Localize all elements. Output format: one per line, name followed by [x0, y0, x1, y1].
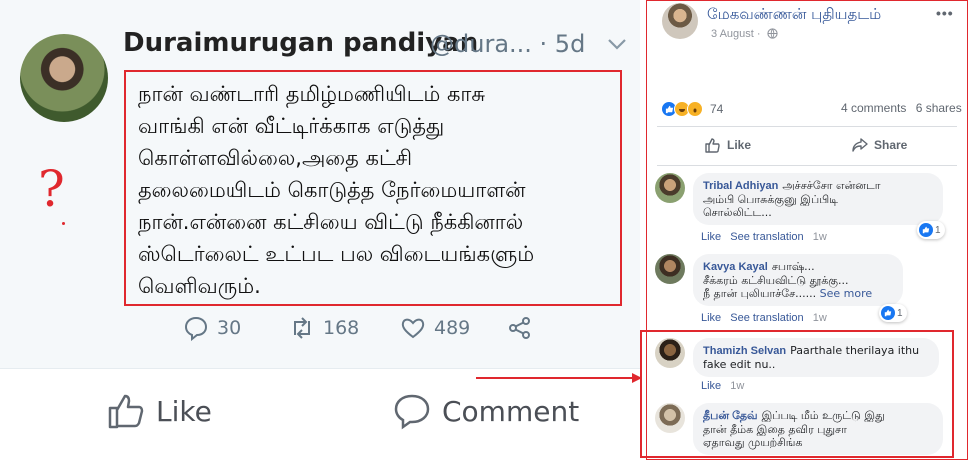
comment-author[interactable]: Tribal Adhiyan	[703, 180, 778, 192]
fb-post-date[interactable]: 3 August ·	[711, 28, 761, 40]
retweet-icon	[294, 317, 310, 339]
tweet-time: · 5d	[539, 30, 586, 58]
thumbs-up-icon	[108, 394, 144, 429]
comment-item: Kavya Kayal சபாஷ்... சீக்கரம் கட்சியவிட்ட…	[655, 254, 955, 326]
post-stats: 4 comments 6 shares	[841, 101, 968, 115]
heart-icon	[401, 318, 425, 339]
like-reaction-icon	[919, 223, 933, 237]
tweet-line: நான் வண்டாரி தமிழ்மணியிடம் காசு	[138, 82, 486, 106]
reaction-count: 74	[710, 102, 724, 116]
shares-count-link[interactable]: 6 shares	[916, 101, 962, 115]
tweet-line: வெளிவரும்.	[138, 274, 261, 298]
like-button[interactable]: 489	[400, 315, 470, 341]
bottom-like-label: Like	[156, 394, 212, 428]
reply-count: 30	[217, 317, 242, 339]
comment-author[interactable]: Kavya Kayal	[703, 261, 768, 273]
arrow-annotation-icon	[476, 373, 642, 383]
tweet-author-name[interactable]: Duraimurugan pandiyan	[123, 28, 478, 58]
comment-text: சொல்லிட்ட...	[703, 206, 772, 219]
tweet-avatar[interactable]	[20, 34, 108, 122]
wow-reaction-icon	[687, 101, 703, 117]
like-count: 489	[434, 317, 471, 339]
tweet-line: நான்.என்னை கட்சியை விட்டு நீக்கினால்	[138, 210, 524, 234]
globe-icon	[767, 28, 778, 39]
reply-button[interactable]: 30	[183, 315, 241, 341]
commenter-avatar[interactable]	[655, 254, 685, 284]
commenter-avatar[interactable]	[655, 173, 685, 203]
comment-reaction-count: 1	[935, 224, 941, 236]
fb-author-name[interactable]: மேகவண்ணன் புதியதடம்	[707, 5, 881, 25]
comment-icon	[394, 394, 430, 430]
reply-icon	[184, 316, 208, 341]
fb-share-label: Share	[874, 138, 908, 152]
tweet-text-highlight: நான் வண்டாரி தமிழ்மணியிடம் காசு வாங்கி எ…	[124, 70, 622, 306]
bottom-comment-button[interactable]: Comment	[392, 391, 579, 431]
share-icon	[509, 317, 530, 339]
see-more-link[interactable]: See more	[820, 287, 873, 300]
comment-bubble: Kavya Kayal சபாஷ்... சீக்கரம் கட்சியவிட்ட…	[693, 254, 903, 306]
retweet-count: 168	[323, 317, 360, 339]
tweet-line: ஸ்டெர்லைட் உட்பட பல விடையங்களும்	[138, 242, 535, 266]
retweet-button[interactable]: 168	[289, 315, 359, 341]
share-arrow-icon	[852, 138, 868, 152]
bottom-like-button[interactable]: Like	[106, 391, 212, 431]
see-translation-link[interactable]: See translation	[730, 312, 803, 324]
fb-action-bar: Like Share	[657, 126, 957, 166]
comment-reaction-count: 1	[897, 307, 903, 319]
tweet-line: வாங்கி என் வீட்டிர்க்காக எடுத்து	[138, 114, 445, 138]
comment-meta: Like See translation 1w	[701, 231, 833, 243]
comment-like-link[interactable]: Like	[701, 312, 721, 324]
comment-reactions[interactable]: 1	[917, 221, 945, 239]
comment-meta: Like See translation 1w	[701, 312, 833, 324]
bottom-comment-label: Comment	[442, 394, 580, 428]
comment-time[interactable]: 1w	[813, 312, 827, 324]
comment-item: Tribal Adhiyan அச்சச்சோ என்னடா அம்பி பொசு…	[655, 173, 955, 243]
tweet-line: தலைமையிடம் கொடுத்த நேர்மையாளன்	[138, 178, 526, 202]
tweet-text: நான் வண்டாரி தமிழ்மணியிடம் காசு வாங்கி எ…	[138, 78, 608, 302]
question-mark-annotation: ?	[38, 160, 65, 218]
chevron-down-icon[interactable]	[606, 36, 628, 52]
comment-text: சபாஷ்...	[771, 260, 815, 273]
fb-like-button[interactable]: Like	[705, 137, 751, 153]
comment-text: சீக்கரம் கட்சியவிட்டு தூக்கு...	[703, 274, 849, 287]
comments-count-link[interactable]: 4 comments	[841, 101, 906, 115]
annotation-dot	[62, 222, 65, 225]
comment-time[interactable]: 1w	[813, 231, 827, 243]
thumbs-up-icon	[705, 138, 720, 153]
reactions-summary[interactable]: 74	[661, 99, 723, 119]
comment-bubble: Tribal Adhiyan அச்சச்சோ என்னடா அம்பி பொசு…	[693, 173, 943, 225]
comment-text: அச்சச்சோ என்னடா	[782, 179, 881, 192]
fb-author-avatar[interactable]	[662, 3, 698, 39]
fb-share-button[interactable]: Share	[852, 137, 907, 153]
see-translation-link[interactable]: See translation	[730, 231, 803, 243]
comment-reactions[interactable]: 1	[879, 304, 907, 322]
fb-like-label: Like	[727, 138, 752, 152]
tweet-line: கொள்ளவில்லை,அதை கட்சி	[138, 146, 413, 170]
share-button[interactable]	[507, 315, 533, 341]
comment-text: நீ தான் புலியாச்சே......	[703, 287, 817, 300]
comment-highlight-box	[640, 330, 954, 458]
tweet-handle-text: @dura...	[430, 30, 532, 58]
tweet-panel: Duraimurugan pandiyan @dura... · 5d ? நா…	[0, 0, 640, 460]
comment-text: அம்பி பொசுக்குனு இப்பிடி	[703, 193, 838, 206]
more-options-icon[interactable]: •••	[936, 5, 954, 21]
like-reaction-icon	[881, 306, 895, 320]
comment-like-link[interactable]: Like	[701, 231, 721, 243]
tweet-handle[interactable]: @dura... · 5d	[430, 30, 585, 58]
